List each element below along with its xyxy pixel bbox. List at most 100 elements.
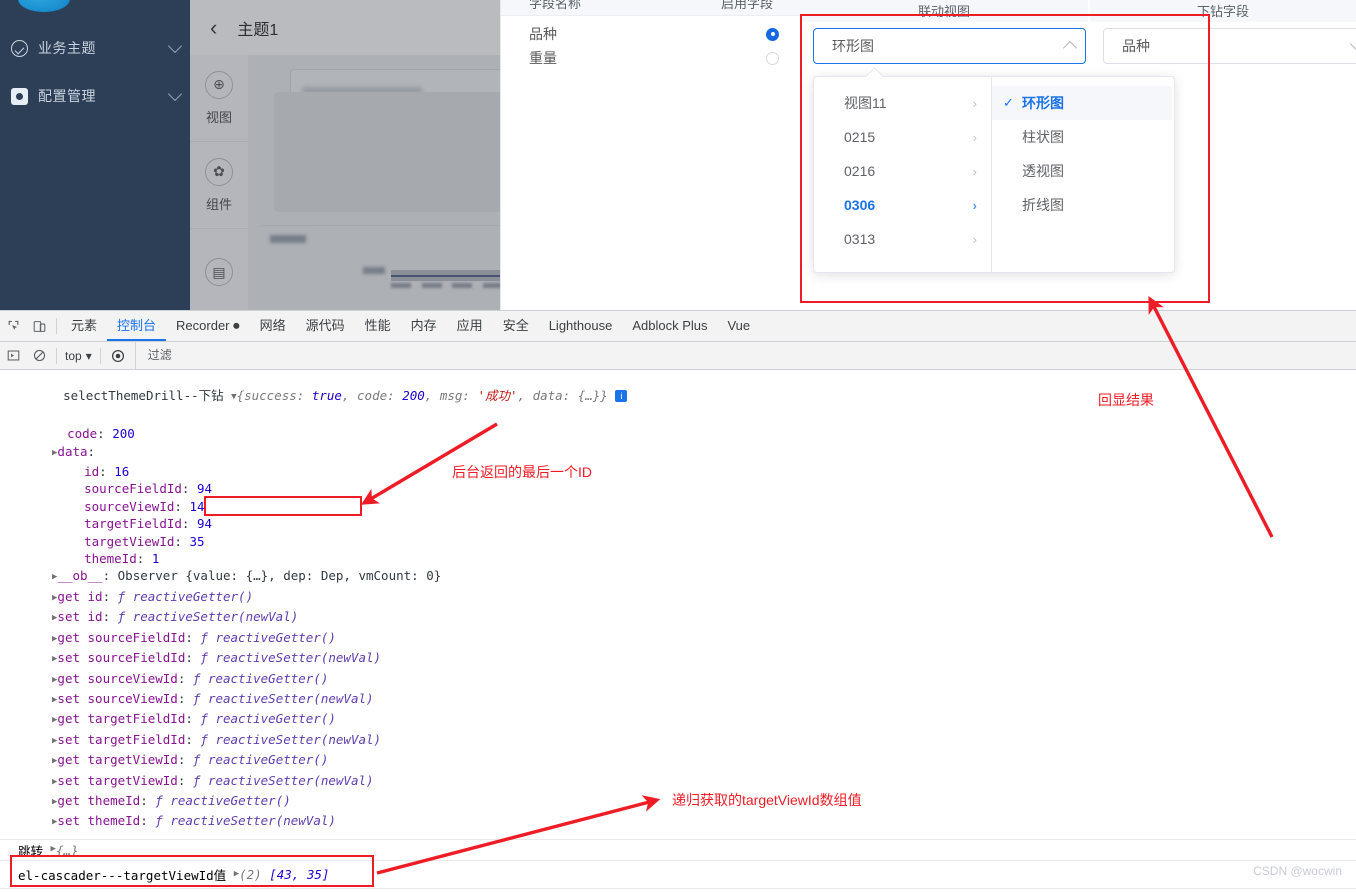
console-tree-row[interactable]: code: 200	[0, 425, 1356, 442]
table-row[interactable]: 重量	[501, 44, 801, 72]
tab-sources[interactable]: 源代码	[296, 311, 355, 341]
console-tree-row[interactable]: ▶get themeId: ƒ reactiveGetter()	[0, 792, 1356, 812]
caret-down-icon: ▾	[86, 349, 92, 363]
expand-triangle-icon[interactable]: ▶	[52, 445, 57, 462]
chevron-down-icon[interactable]	[160, 93, 190, 99]
console-tree-row[interactable]: targetViewId: 35	[0, 533, 1356, 550]
tab-memory[interactable]: 内存	[401, 311, 447, 341]
cascader-item-line-chart[interactable]: 折线图	[992, 188, 1172, 222]
expand-triangle-icon[interactable]: ▶	[52, 753, 57, 770]
sidebar-item-business-theme[interactable]: 业务主题	[0, 26, 190, 70]
console-tree-row[interactable]: ▶data:	[0, 443, 1356, 463]
tab-network[interactable]: 网络	[250, 311, 296, 341]
console-log-entry[interactable]: selectThemeDrill--下钻 ▼{success: true, co…	[0, 368, 1356, 425]
chevron-down-icon[interactable]	[1342, 43, 1356, 49]
console-tree-row[interactable]: ▶set sourceFieldId: ƒ reactiveSetter(new…	[0, 649, 1356, 669]
cascader-column-views: 视图11 › 0215 › 0216 › 0306 › 0313 ›	[814, 77, 992, 272]
chevron-up-icon[interactable]	[1055, 40, 1085, 53]
console-tree-row[interactable]: targetFieldId: 94	[0, 515, 1356, 532]
console-tree-key: set targetFieldId	[57, 732, 185, 747]
console-tree-row[interactable]: ▶get id: ƒ reactiveGetter()	[0, 588, 1356, 608]
console-tree-value: ƒ reactiveGetter()	[193, 671, 328, 686]
console-tree-row[interactable]: ▶set targetFieldId: ƒ reactiveSetter(new…	[0, 731, 1356, 751]
chevron-down-icon[interactable]	[160, 45, 190, 51]
console-tree-row[interactable]: id: 16	[0, 463, 1356, 480]
expand-triangle-icon[interactable]: ▶	[234, 869, 239, 879]
expand-triangle-icon[interactable]: ▶	[52, 692, 57, 709]
console-tree-row[interactable]: sourceFieldId: 94	[0, 480, 1356, 497]
tab-security[interactable]: 安全	[493, 311, 539, 341]
cascader-item-0216[interactable]: 0216 ›	[814, 154, 991, 188]
console-tree-key: get targetFieldId	[57, 711, 185, 726]
console-tree-sep: :	[97, 426, 112, 441]
inspect-element-icon[interactable]	[0, 311, 26, 341]
info-badge-icon[interactable]: i	[615, 390, 627, 402]
tab-lighthouse[interactable]: Lighthouse	[539, 311, 623, 341]
tab-elements[interactable]: 元素	[61, 311, 107, 341]
console-tree-row[interactable]: ▶set id: ƒ reactiveSetter(newVal)	[0, 608, 1356, 628]
tab-adblock-plus[interactable]: Adblock Plus	[622, 311, 717, 341]
sidebar-item-config-management[interactable]: 配置管理	[0, 74, 190, 118]
console-tree-row[interactable]: ▶__ob__: Observer {value: {…}, dep: Dep,…	[0, 567, 1356, 587]
console-tree-row[interactable]: ▶get sourceFieldId: ƒ reactiveGetter()	[0, 629, 1356, 649]
drill-field-select[interactable]: 品种	[1103, 28, 1356, 64]
cascader-item-0306[interactable]: 0306 ›	[814, 188, 991, 222]
expand-triangle-icon[interactable]: ▶	[52, 794, 57, 811]
execute-sidebar-icon[interactable]	[0, 341, 26, 371]
console-filter-input[interactable]: 过滤	[135, 342, 1356, 369]
cascader-item-0215[interactable]: 0215 ›	[814, 120, 991, 154]
expand-triangle-icon[interactable]: ▶	[52, 733, 57, 750]
console-tree-row[interactable]: ▶[[Prototype]]: Object	[0, 833, 1356, 835]
console-tree-row[interactable]: sourceViewId: 14	[0, 498, 1356, 515]
console-tree-row[interactable]: ▶set sourceViewId: ƒ reactiveSetter(newV…	[0, 690, 1356, 710]
field-enabled-radio[interactable]	[766, 28, 779, 41]
devtools-tabbar: 元素 控制台 Recorder ⏺ 网络 源代码 性能 内存 应用 安全 Lig…	[0, 311, 1356, 342]
console-tree-row[interactable]: ▶get targetFieldId: ƒ reactiveGetter()	[0, 710, 1356, 730]
tab-performance[interactable]: 性能	[355, 311, 401, 341]
linked-view-select[interactable]: 环形图	[813, 28, 1086, 64]
console-tree-row[interactable]: ▶get targetViewId: ƒ reactiveGetter()	[0, 751, 1356, 771]
watermark: CSDN @wocwin	[1253, 864, 1342, 878]
cascader-item-pivot-chart[interactable]: 透视图	[992, 154, 1172, 188]
console-tree-row[interactable]: ▶get sourceViewId: ƒ reactiveGetter()	[0, 670, 1356, 690]
expand-triangle-icon[interactable]: ▶	[52, 590, 57, 607]
tab-vue[interactable]: Vue	[717, 311, 760, 341]
console-tree-key: get sourceViewId	[57, 671, 177, 686]
expand-triangle-icon[interactable]: ▶	[52, 672, 57, 689]
tab-recorder[interactable]: Recorder ⏺	[166, 311, 250, 341]
cascader-item-view11[interactable]: 视图11 ›	[814, 86, 991, 120]
console-tree-row[interactable]: ▶set themeId: ƒ reactiveSetter(newVal)	[0, 812, 1356, 832]
expand-triangle-icon[interactable]: ▶	[52, 814, 57, 831]
cascader-item-bar-chart[interactable]: 柱状图	[992, 120, 1172, 154]
cascader-dropdown[interactable]: 视图11 › 0215 › 0216 › 0306 › 0313 › ✓	[813, 76, 1175, 273]
expand-triangle-icon[interactable]: ▶	[52, 631, 57, 648]
expand-triangle-icon[interactable]: ▶	[52, 610, 57, 627]
tab-application[interactable]: 应用	[447, 311, 493, 341]
console-tree-row[interactable]: themeId: 1	[0, 550, 1356, 567]
cascader-item-0313[interactable]: 0313 ›	[814, 222, 991, 256]
divider	[56, 348, 57, 364]
expand-triangle-icon[interactable]: ▼	[231, 389, 236, 406]
console-log-entry-jump[interactable]: 跳转 ▶{…}	[0, 839, 1356, 861]
console-tree-value: 94	[197, 481, 212, 496]
devtools-panel: 元素 控制台 Recorder ⏺ 网络 源代码 性能 内存 应用 安全 Lig…	[0, 310, 1356, 892]
console-log-label: selectThemeDrill--下钻	[63, 388, 223, 403]
console-log-entry-cascader[interactable]: el-cascader---targetViewId值 ▶(2) [43, 35…	[0, 861, 1356, 889]
console-tree-key: code	[67, 426, 97, 441]
cascader-item-ring-chart[interactable]: ✓ 环形图	[992, 86, 1172, 120]
expand-triangle-icon[interactable]: ▶	[52, 569, 57, 586]
clear-console-icon[interactable]	[26, 341, 52, 371]
console-tree-sep: :	[103, 609, 118, 624]
device-toolbar-icon[interactable]	[26, 311, 52, 341]
console-tree-row[interactable]: ▶set targetViewId: ƒ reactiveSetter(newV…	[0, 772, 1356, 792]
expand-triangle-icon[interactable]: ▶	[52, 651, 57, 668]
cascader-item-label: 视图11	[844, 93, 973, 113]
expand-triangle-icon[interactable]: ▶	[52, 712, 57, 729]
live-expression-eye-icon[interactable]	[105, 341, 131, 371]
expand-triangle-icon[interactable]: ▶	[52, 774, 57, 791]
console-context-selector[interactable]: top ▾	[61, 349, 96, 363]
tab-console[interactable]: 控制台	[107, 311, 166, 341]
expand-triangle-icon[interactable]: ▶	[51, 844, 56, 854]
field-enabled-radio[interactable]	[766, 52, 779, 65]
console-tree-sep: :	[88, 444, 96, 459]
